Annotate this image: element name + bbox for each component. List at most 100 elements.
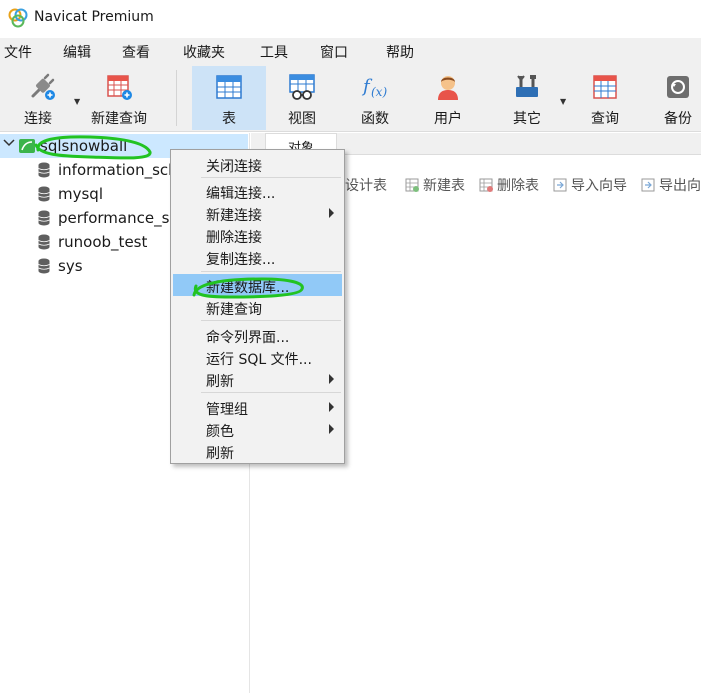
- menu-item-label: 删除连接: [206, 230, 262, 246]
- export-wizard-button[interactable]: 导出向: [641, 175, 701, 195]
- delete-table-label: 删除表: [497, 178, 539, 194]
- mysql-connection-icon: [19, 139, 35, 153]
- table-label: 表: [222, 111, 236, 127]
- menu-tools[interactable]: 工具: [260, 42, 288, 62]
- view-button[interactable]: 视图: [270, 66, 334, 130]
- table-button[interactable]: 表: [192, 66, 266, 130]
- connection-context-menu: 关闭连接 编辑连接... 新建连接 删除连接 复制连接... 新建数据库... …: [170, 149, 345, 464]
- tree-connection-label: sqlsnowball: [40, 137, 128, 155]
- new-table-icon: [405, 178, 419, 192]
- menu-item-close-connection[interactable]: 关闭连接: [173, 153, 342, 175]
- export-wizard-label: 导出向: [659, 178, 701, 194]
- menu-item-new-query[interactable]: 新建查询: [173, 296, 342, 318]
- menu-item-refresh-submenu[interactable]: 刷新: [173, 368, 342, 390]
- title-bar: Navicat Premium: [0, 0, 701, 36]
- other-button[interactable]: ▼ 其它: [494, 66, 566, 130]
- menu-file[interactable]: 文件: [4, 42, 32, 62]
- menu-separator: [201, 392, 341, 393]
- menu-separator: [201, 320, 341, 321]
- function-icon: f (x): [361, 76, 387, 99]
- menu-item-delete-connection[interactable]: 删除连接: [173, 224, 342, 246]
- database-icon: [38, 162, 50, 178]
- toolbar-separator: [176, 70, 177, 126]
- navicat-logo-icon: [8, 8, 28, 28]
- menu-item-color[interactable]: 颜色: [173, 418, 342, 440]
- tools-icon: [516, 75, 538, 97]
- menu-item-new-connection[interactable]: 新建连接: [173, 202, 342, 224]
- menu-item-run-sql-file[interactable]: 运行 SQL 文件...: [173, 346, 342, 368]
- import-wizard-button[interactable]: 导入向导: [553, 175, 627, 195]
- menu-item-label: 管理组: [206, 402, 248, 418]
- tree-database-label: runoob_test: [58, 233, 148, 251]
- menu-item-label: 关闭连接: [206, 159, 262, 175]
- submenu-arrow-icon: [329, 402, 334, 412]
- submenu-arrow-icon: [329, 208, 334, 218]
- table-icon: [216, 75, 242, 99]
- menu-item-copy-connection[interactable]: 复制连接...: [173, 246, 342, 268]
- menu-item-label: 命令列界面...: [206, 330, 290, 346]
- chevron-down-icon[interactable]: [2, 136, 16, 150]
- backup-button[interactable]: 备份: [650, 66, 701, 130]
- query-button[interactable]: 查询: [574, 66, 636, 130]
- menu-item-edit-connection[interactable]: 编辑连接...: [173, 180, 342, 202]
- menu-item-label: 刷新: [206, 446, 234, 462]
- new-table-button[interactable]: 新建表: [405, 175, 465, 195]
- menu-item-refresh[interactable]: 刷新: [173, 440, 342, 462]
- connect-dropdown-icon[interactable]: ▼: [74, 97, 80, 106]
- menu-favorites[interactable]: 收藏夹: [183, 42, 225, 62]
- menu-edit[interactable]: 编辑: [63, 42, 91, 62]
- menu-window[interactable]: 窗口: [320, 42, 348, 62]
- submenu-arrow-icon: [329, 374, 334, 384]
- delete-table-icon: [479, 178, 493, 192]
- menu-item-manage-group[interactable]: 管理组: [173, 396, 342, 418]
- database-icon: [38, 210, 50, 226]
- import-wizard-label: 导入向导: [571, 178, 627, 194]
- menu-bar: 文件 编辑 查看 收藏夹 工具 窗口 帮助: [0, 38, 701, 64]
- function-label: 函数: [361, 111, 389, 127]
- backup-label: 备份: [664, 111, 692, 127]
- other-dropdown-icon[interactable]: ▼: [560, 97, 566, 106]
- export-icon: [641, 178, 655, 192]
- menu-separator: [201, 271, 341, 272]
- user-icon: [438, 76, 458, 100]
- menu-item-label: 编辑连接...: [206, 186, 276, 202]
- new-table-label: 新建表: [423, 178, 465, 194]
- menu-item-label: 复制连接...: [206, 252, 276, 268]
- design-table-label: 设计表: [345, 178, 387, 194]
- new-query-icon: [107, 75, 132, 100]
- menu-item-label: 新建查询: [206, 302, 262, 318]
- new-query-button[interactable]: 新建查询: [84, 66, 154, 130]
- tree-database-label: sys: [58, 257, 83, 275]
- delete-table-button[interactable]: 删除表: [479, 175, 539, 195]
- query-icon: [593, 75, 617, 99]
- main-toolbar: ▼ 连接 新建查询 表 视图 f (x) 函数 用户 ▼ 其它 查询 备份: [0, 64, 701, 132]
- view-label: 视图: [288, 111, 316, 127]
- submenu-arrow-icon: [329, 424, 334, 434]
- other-label: 其它: [513, 111, 541, 127]
- menu-separator: [201, 177, 341, 178]
- query-label: 查询: [591, 111, 619, 127]
- backup-icon: [667, 76, 689, 98]
- menu-help[interactable]: 帮助: [386, 42, 414, 62]
- new-query-label: 新建查询: [91, 111, 147, 127]
- menu-item-label: 运行 SQL 文件...: [206, 352, 312, 368]
- menu-view[interactable]: 查看: [122, 42, 150, 62]
- database-icon: [38, 234, 50, 250]
- tree-database-label: information_sch: [58, 161, 178, 179]
- plug-icon: [31, 73, 55, 100]
- user-button[interactable]: 用户: [416, 66, 480, 130]
- connect-button[interactable]: ▼ 连接: [8, 66, 80, 130]
- menu-item-new-database[interactable]: 新建数据库...: [173, 274, 342, 296]
- import-icon: [553, 178, 567, 192]
- menu-item-label: 颜色: [206, 424, 234, 440]
- database-icon: [38, 186, 50, 202]
- user-label: 用户: [434, 111, 462, 127]
- function-button[interactable]: f (x) 函数: [343, 66, 407, 130]
- menu-item-label: 新建连接: [206, 208, 262, 224]
- menu-item-label: 刷新: [206, 374, 234, 390]
- svg-text:(x): (x): [371, 85, 387, 99]
- tree-database-label: mysql: [58, 185, 103, 203]
- menu-item-command-line[interactable]: 命令列界面...: [173, 324, 342, 346]
- menu-item-label: 新建数据库...: [206, 280, 290, 296]
- database-icon: [38, 258, 50, 274]
